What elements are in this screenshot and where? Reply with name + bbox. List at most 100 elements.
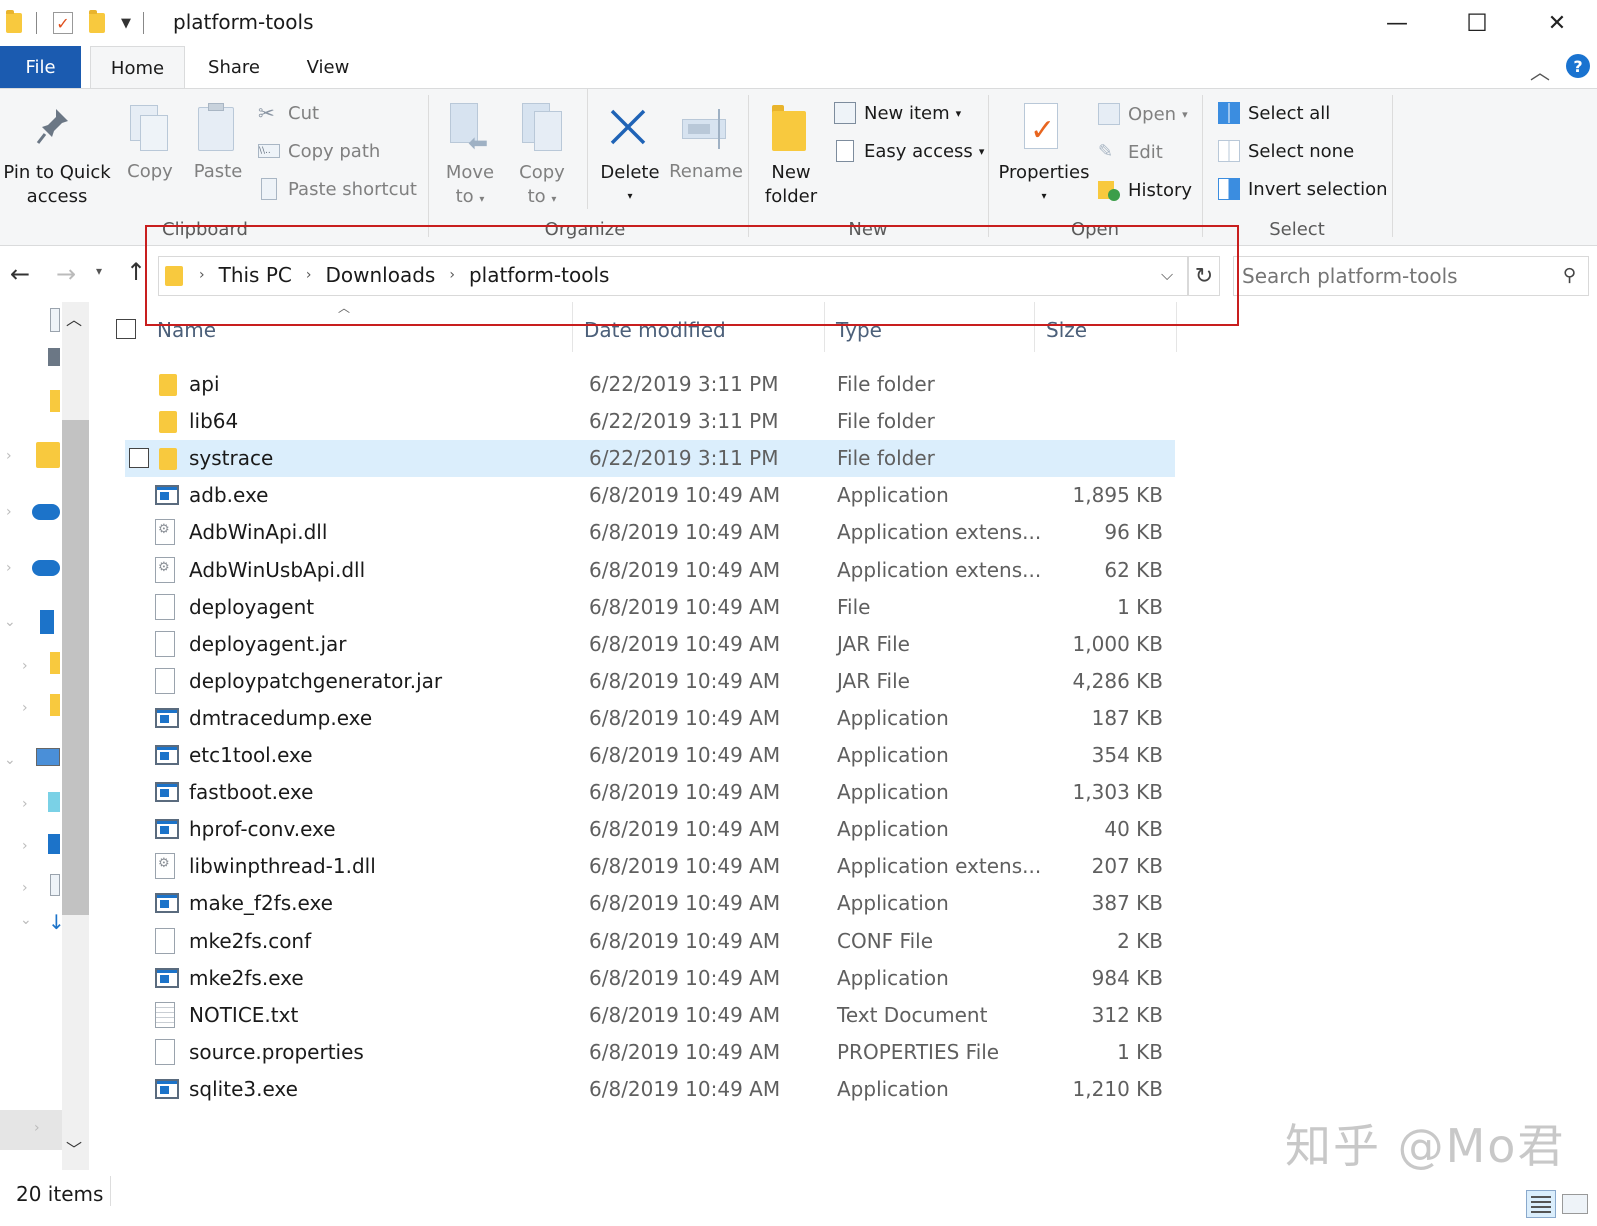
search-box[interactable]: ⚲: [1233, 256, 1589, 296]
chevron-down-icon[interactable]: ⌄: [4, 614, 16, 630]
table-row[interactable]: AdbWinApi.dll 6/8/2019 10:49 AM Applicatio…: [125, 514, 1175, 551]
table-row[interactable]: sqlite3.exe 6/8/2019 10:49 AM Application 1…: [125, 1071, 1175, 1108]
paste-button[interactable]: Paste: [186, 89, 250, 214]
chevron-right-icon[interactable]: ›: [22, 796, 28, 812]
maximize-button[interactable]: ☐: [1437, 0, 1517, 46]
cut-button[interactable]: ✂ Cut: [258, 97, 417, 129]
table-row[interactable]: lib64 6/22/2019 3:11 PM File folder: [125, 403, 1175, 440]
table-row[interactable]: api 6/22/2019 3:11 PM File folder: [125, 366, 1175, 403]
chevron-right-icon[interactable]: ›: [22, 880, 28, 896]
edit-button[interactable]: ✎ Edit: [1098, 136, 1192, 168]
scroll-up-icon[interactable]: ︿: [66, 306, 82, 330]
table-row[interactable]: deployagent 6/8/2019 10:49 AM File 1 KB: [125, 589, 1175, 626]
table-row[interactable]: NOTICE.txt 6/8/2019 10:49 AM Text Document…: [125, 997, 1175, 1034]
onedrive-icon[interactable]: [32, 504, 60, 520]
date-modified: 6/8/2019 10:49 AM: [589, 929, 781, 953]
details-view-icon[interactable]: [1526, 1190, 1556, 1218]
date-modified: 6/22/2019 3:11 PM: [589, 372, 779, 396]
folder-icon[interactable]: [50, 652, 60, 674]
history-button[interactable]: History: [1098, 174, 1192, 206]
pictures-icon[interactable]: [48, 348, 60, 366]
forward-arrow-icon[interactable]: →: [56, 260, 76, 288]
chevron-down-icon[interactable]: ⌄: [20, 912, 32, 928]
table-row[interactable]: source.properties 6/8/2019 10:49 AM PROPER…: [125, 1034, 1175, 1071]
back-arrow-icon[interactable]: ←: [10, 260, 30, 288]
search-input[interactable]: [1242, 264, 1542, 288]
select-all-button[interactable]: Select all: [1218, 97, 1388, 129]
chevron-right-icon[interactable]: ›: [6, 504, 12, 520]
new-folder-button[interactable]: New folder: [754, 89, 828, 214]
pin-quick-access-button[interactable]: Pin to Quick access: [0, 89, 114, 214]
chevron-down-icon[interactable]: ▼: [121, 16, 131, 31]
scroll-down-icon[interactable]: ﹀: [66, 1136, 82, 1160]
table-row[interactable]: deploypatchgenerator.jar 6/8/2019 10:49 A…: [125, 663, 1175, 700]
select-all-checkbox[interactable]: [116, 319, 136, 339]
building-icon[interactable]: [40, 610, 54, 634]
chevron-right-icon[interactable]: ›: [6, 560, 12, 576]
tab-file[interactable]: File: [0, 46, 81, 88]
rename-button[interactable]: Rename: [666, 89, 746, 214]
chevron-right-icon[interactable]: ›: [22, 658, 28, 674]
chevron-right-icon[interactable]: ›: [22, 838, 28, 854]
row-checkbox[interactable]: [129, 448, 149, 468]
table-row[interactable]: AdbWinUsbApi.dll 6/8/2019 10:49 AM Applica…: [125, 552, 1175, 589]
copy-to-button[interactable]: Copy to ▾: [510, 89, 574, 214]
exe-icon: [155, 485, 179, 505]
copy-button[interactable]: Copy: [118, 89, 182, 214]
tab-home[interactable]: Home: [90, 46, 185, 89]
new-folder-icon[interactable]: [89, 10, 105, 33]
creative-cloud-folder-icon[interactable]: [36, 442, 60, 468]
minimize-button[interactable]: —: [1357, 0, 1437, 46]
nav-pane-scrollbar-thumb[interactable]: [62, 420, 89, 915]
table-row[interactable]: deployagent.jar 6/8/2019 10:49 AM JAR File…: [125, 626, 1175, 663]
search-icon[interactable]: ⚲: [1563, 265, 1576, 286]
tab-share[interactable]: Share: [198, 46, 270, 88]
table-row[interactable]: dmtracedump.exe 6/8/2019 10:49 AM Applicat…: [125, 700, 1175, 737]
copy-path-button[interactable]: \\.. Copy path: [258, 135, 417, 167]
tab-view[interactable]: View: [292, 46, 364, 88]
chevron-right-icon[interactable]: ›: [6, 448, 12, 464]
easy-access-button[interactable]: Easy access ▾: [834, 135, 984, 167]
nav-item-selected[interactable]: ›: [0, 1110, 62, 1150]
table-row[interactable]: fastboot.exe 6/8/2019 10:49 AM Application…: [125, 774, 1175, 811]
date-modified: 6/8/2019 10:49 AM: [589, 1040, 781, 1064]
this-pc-icon[interactable]: [36, 748, 60, 766]
folder-icon[interactable]: [50, 390, 60, 412]
open-button[interactable]: Open ▾: [1098, 98, 1192, 130]
paste-shortcut-button[interactable]: Paste shortcut: [258, 173, 417, 205]
edit-pencil-icon: ✎: [1098, 141, 1114, 162]
up-arrow-icon[interactable]: ↑: [126, 258, 146, 286]
onedrive-business-icon[interactable]: [32, 560, 60, 576]
3d-objects-icon[interactable]: [48, 792, 60, 812]
table-row[interactable]: etc1tool.exe 6/8/2019 10:49 AM Application…: [125, 737, 1175, 774]
folder-icon[interactable]: [50, 694, 60, 716]
table-row[interactable]: adb.exe 6/8/2019 10:49 AM Application 1,895…: [125, 477, 1175, 514]
document-icon[interactable]: [50, 308, 60, 332]
table-row[interactable]: systrace 6/22/2019 3:11 PM File folder: [125, 440, 1175, 477]
large-icons-view-icon[interactable]: [1562, 1194, 1588, 1214]
help-icon[interactable]: ?: [1566, 54, 1590, 78]
invert-selection-button[interactable]: Invert selection: [1218, 173, 1388, 205]
chevron-down-icon[interactable]: ⌄: [4, 752, 16, 768]
collapse-ribbon-icon[interactable]: ︿: [1530, 56, 1550, 85]
documents-icon[interactable]: [50, 874, 60, 896]
close-button[interactable]: ✕: [1517, 0, 1597, 46]
file-type: Application extens...: [837, 558, 1042, 582]
table-row[interactable]: hprof-conv.exe 6/8/2019 10:49 AM Applicati…: [125, 811, 1175, 848]
select-none-button[interactable]: Select none: [1218, 135, 1388, 167]
desktop-icon[interactable]: [48, 834, 60, 854]
table-row[interactable]: mke2fs.exe 6/8/2019 10:49 AM Application 98…: [125, 960, 1175, 997]
delete-button[interactable]: Delete ▾: [594, 89, 666, 214]
chevron-right-icon[interactable]: ›: [22, 700, 28, 716]
recent-locations-chevron-icon[interactable]: ▾: [96, 264, 102, 278]
move-to-button[interactable]: ⬅ Move to ▾: [438, 89, 502, 214]
table-row[interactable]: mke2fs.conf 6/8/2019 10:49 AM CONF File 2 K…: [125, 923, 1175, 960]
new-item-button[interactable]: New item ▾: [834, 97, 984, 129]
file-size: 1 KB: [1117, 595, 1163, 619]
table-row[interactable]: libwinpthread-1.dll 6/8/2019 10:49 AM Appl…: [125, 848, 1175, 885]
properties-check-icon[interactable]: ✓: [53, 12, 73, 34]
table-row[interactable]: make_f2fs.exe 6/8/2019 10:49 AM Applicatio…: [125, 885, 1175, 922]
pin-label-line1: Pin to Quick: [3, 162, 111, 183]
properties-button[interactable]: ✓ Properties ▾: [996, 89, 1092, 214]
folder-icon: [772, 103, 806, 151]
